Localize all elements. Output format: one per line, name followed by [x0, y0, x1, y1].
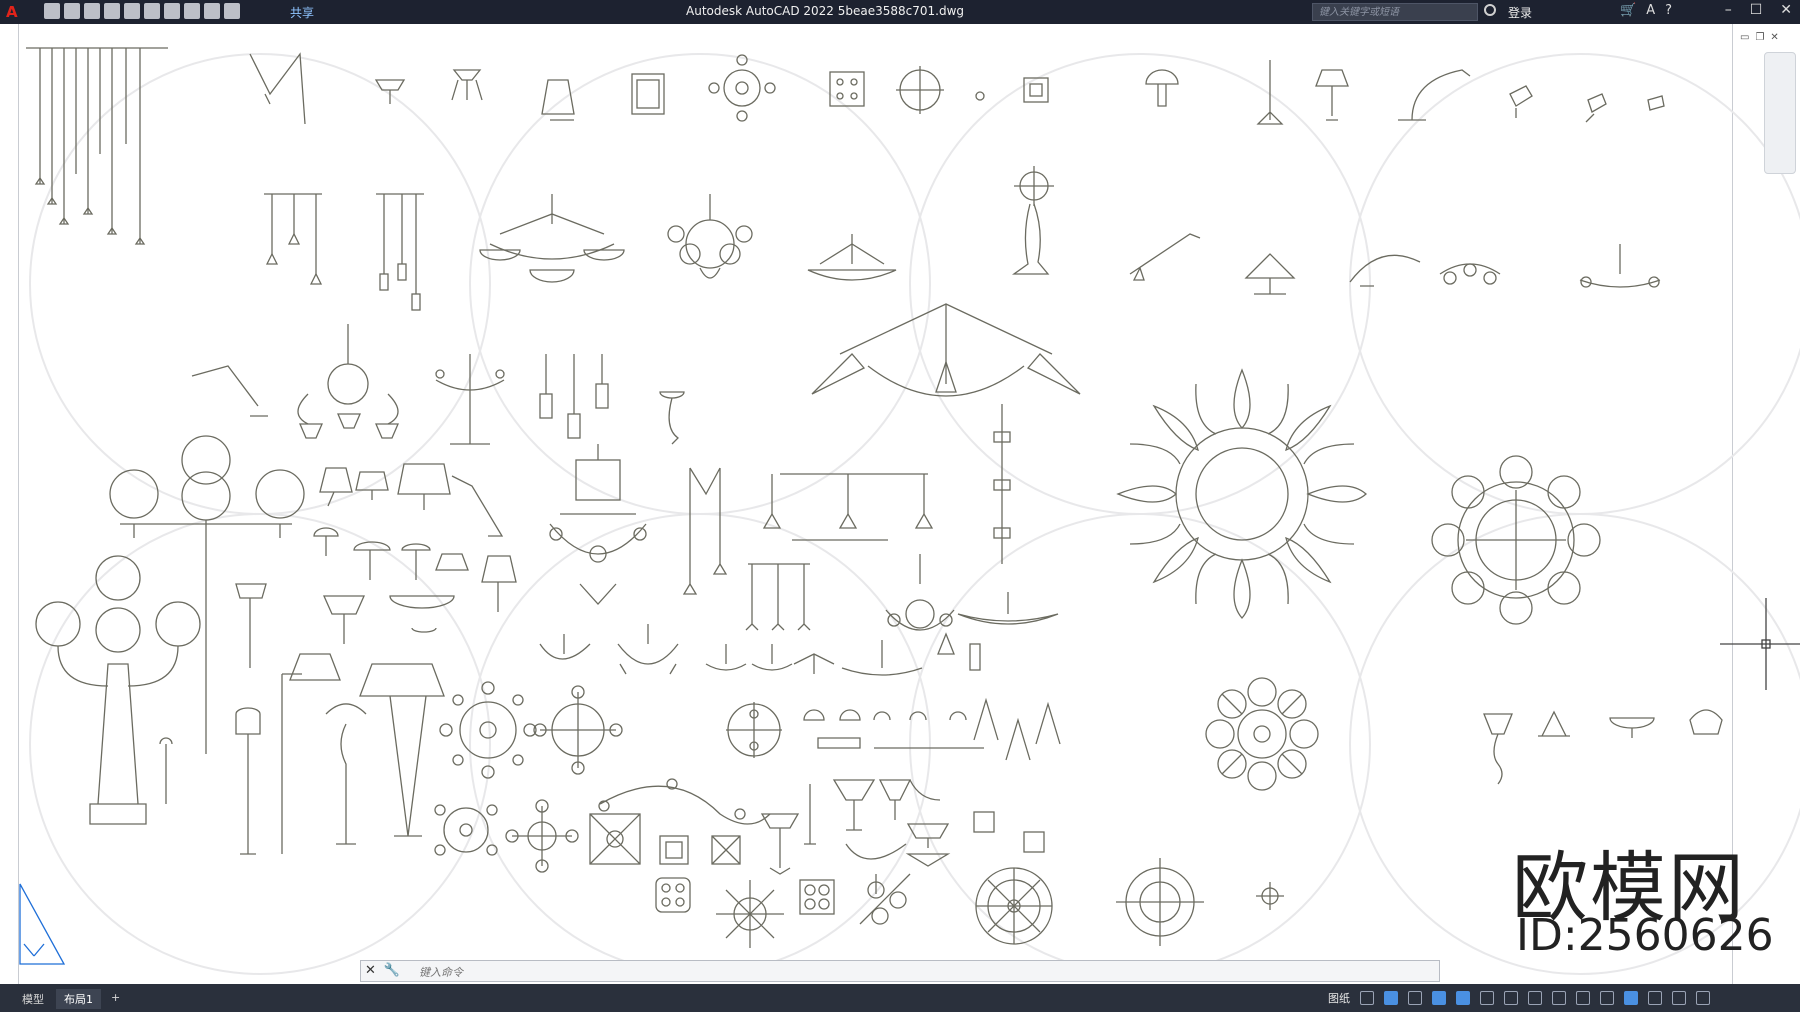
- window-controls: – ☐ ✕: [1725, 2, 1792, 18]
- globe-street-lamp: [109, 435, 305, 754]
- maximize-icon[interactable]: ☐: [1750, 2, 1763, 18]
- annotation-monitor-icon[interactable]: [1576, 991, 1590, 1005]
- statue-lamp: [1011, 166, 1054, 275]
- publish-icon[interactable]: [124, 3, 140, 19]
- doc-close-icon[interactable]: ✕: [1770, 32, 1778, 43]
- undo-icon[interactable]: [184, 3, 200, 19]
- snowflake-chandelier-plan: [1205, 677, 1319, 791]
- save-as-icon[interactable]: [104, 3, 120, 19]
- login-button[interactable]: 登录: [1508, 4, 1532, 21]
- save-icon[interactable]: [84, 3, 100, 19]
- close-icon[interactable]: ✕: [1780, 2, 1792, 18]
- new-file-icon[interactable]: [44, 3, 60, 19]
- search-icon[interactable]: [1484, 4, 1496, 16]
- text-style-icon[interactable]: A: [1646, 3, 1655, 18]
- status-toggles: 图纸: [1328, 990, 1710, 1006]
- polar-tracking-icon[interactable]: [1384, 991, 1398, 1005]
- plot-icon[interactable]: [144, 3, 160, 19]
- redo-icon[interactable]: [204, 3, 220, 19]
- multi-pendant-bar: [762, 473, 934, 529]
- cascade-pendant-lamp: [26, 47, 168, 245]
- scroll-chandelier: [297, 324, 399, 439]
- ortho-icon[interactable]: [1360, 991, 1374, 1005]
- open-file-icon[interactable]: [64, 3, 80, 19]
- navigation-bar[interactable]: [1764, 52, 1796, 174]
- table-lamps: [313, 463, 517, 644]
- share-button[interactable]: 共享: [290, 4, 314, 21]
- umbrella-chandelier: [811, 303, 1081, 397]
- command-input[interactable]: [417, 962, 1431, 982]
- ring-chandelier-plan: [1431, 455, 1601, 625]
- minimize-icon[interactable]: –: [1725, 2, 1732, 18]
- sunflower-ceiling-lamp: [1116, 368, 1367, 619]
- title-bar: A 共享 Autodesk AutoCAD 2022 5beae3588c701…: [0, 0, 1800, 24]
- selection-cycling-icon[interactable]: [1480, 991, 1494, 1005]
- workspace-dropdown-icon[interactable]: [224, 3, 240, 19]
- circle-ceiling-lamp-2: [1116, 858, 1204, 946]
- hardware-acceleration-icon[interactable]: [1648, 991, 1662, 1005]
- watermark-id: ID:2560626: [1516, 910, 1774, 961]
- help-icon[interactable]: ?: [1665, 3, 1672, 18]
- tab-layout1[interactable]: 布局1: [56, 989, 101, 1009]
- print-icon[interactable]: [164, 3, 180, 19]
- object-snap-icon[interactable]: [1456, 991, 1470, 1005]
- wheel-chandelier-1: [439, 681, 537, 779]
- search-input[interactable]: 键入关键字或短语: [1312, 3, 1478, 21]
- cart-icon[interactable]: 🛒: [1620, 3, 1636, 18]
- isodraft-icon[interactable]: [1408, 991, 1422, 1005]
- titlebar-tools: 🛒 A ?: [1620, 3, 1672, 18]
- window-title: Autodesk AutoCAD 2022 5beae3588c701.dwg: [686, 4, 965, 18]
- cage-globe-lamp: [35, 555, 201, 825]
- layout-tabs: 模型 布局1 +: [14, 989, 126, 1009]
- isolate-objects-icon[interactable]: [1624, 991, 1638, 1005]
- document-window-controls: ▭ ❐ ✕: [1740, 32, 1779, 43]
- clean-screen-icon[interactable]: [1672, 991, 1686, 1005]
- status-bar: 模型 布局1 + 图纸: [0, 984, 1800, 1012]
- doc-restore-icon[interactable]: ❐: [1755, 32, 1764, 43]
- command-line: ✕ 🔧: [360, 960, 1440, 982]
- track-light: [993, 404, 1011, 564]
- units-icon[interactable]: [1600, 991, 1614, 1005]
- annotation-scale-icon[interactable]: [1504, 991, 1518, 1005]
- customization-menu-icon[interactable]: [1696, 991, 1710, 1005]
- circle-ceiling-lamp-1: [975, 867, 1053, 945]
- annotation-visibility-icon[interactable]: [1528, 991, 1542, 1005]
- close-command-icon[interactable]: ✕: [365, 963, 376, 978]
- add-layout-button[interactable]: +: [105, 989, 126, 1009]
- paper-space-label[interactable]: 图纸: [1328, 990, 1350, 1006]
- tab-model[interactable]: 模型: [14, 989, 52, 1009]
- doc-minimize-icon[interactable]: ▭: [1740, 32, 1749, 43]
- ornate-chandelier: [667, 194, 753, 279]
- autocad-logo-icon[interactable]: A: [6, 3, 18, 21]
- triple-pendant-1: [264, 193, 323, 285]
- workspace-gear-icon[interactable]: [1552, 991, 1566, 1005]
- object-snap-tracking-icon[interactable]: [1432, 991, 1446, 1005]
- quick-access-toolbar: [44, 3, 240, 19]
- customize-wrench-icon[interactable]: 🔧: [384, 963, 400, 978]
